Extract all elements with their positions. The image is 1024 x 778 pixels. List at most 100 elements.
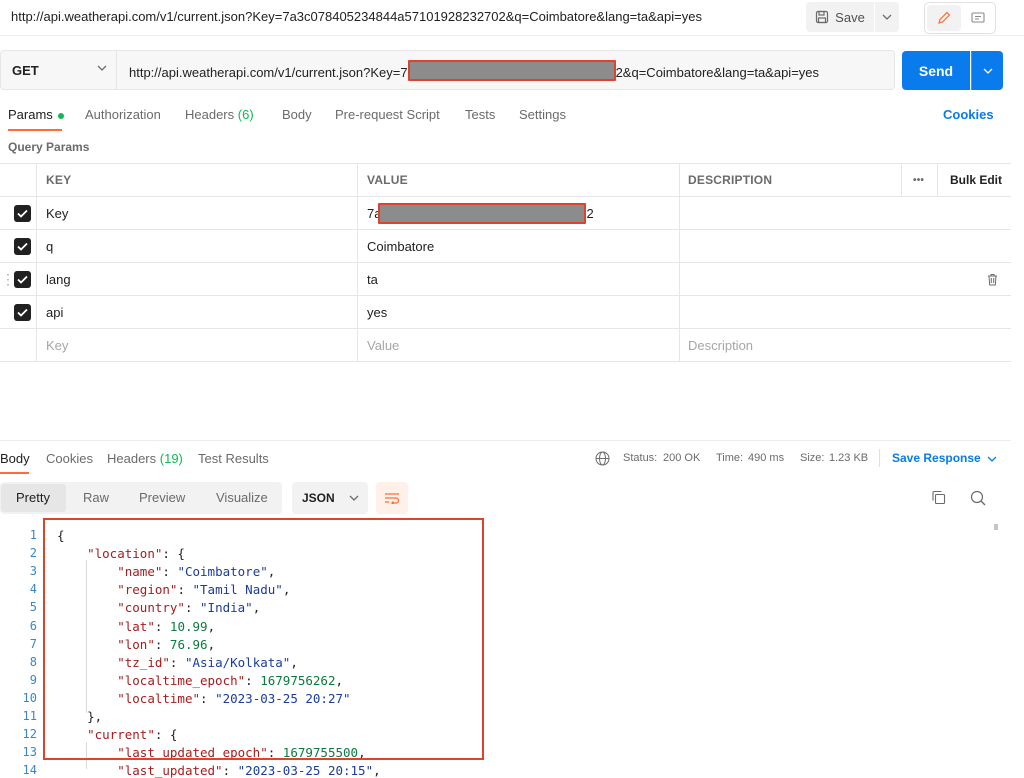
comment-icon (971, 11, 985, 23)
copy-icon[interactable] (931, 490, 946, 505)
param-key[interactable]: lang (46, 263, 71, 295)
search-icon[interactable] (970, 490, 986, 506)
save-icon (816, 10, 829, 24)
response-format-tabs: Pretty Raw Preview Visualize (0, 482, 282, 514)
divider (879, 449, 880, 467)
checkmark-icon (14, 270, 31, 288)
new-key-input[interactable]: Key (46, 329, 68, 361)
wrap-lines-button[interactable] (376, 482, 408, 514)
response-tab-headers[interactable]: Headers (19) (107, 451, 183, 466)
edit-mode-button[interactable] (927, 5, 961, 31)
line-number: 9 (29, 672, 37, 687)
wrap-icon (385, 493, 400, 504)
more-options-icon[interactable]: ••• (913, 164, 924, 196)
response-tab-body[interactable]: Body (0, 451, 30, 466)
tab-pre-request-script[interactable]: Pre-request Script (335, 107, 440, 122)
param-key[interactable]: q (46, 230, 53, 262)
line-number: 8 (29, 654, 37, 669)
query-params-table: KEY VALUE DESCRIPTION ••• Bulk Edit Key … (0, 163, 1011, 362)
column-header-value: VALUE (367, 173, 408, 187)
chevron-down-icon (987, 456, 997, 462)
tab-authorization[interactable]: Authorization (85, 107, 161, 122)
line-number: 13 (22, 745, 37, 760)
tab-tests[interactable]: Tests (465, 107, 495, 122)
table-header-row: KEY VALUE DESCRIPTION ••• Bulk Edit (0, 164, 1011, 197)
line-number: 3 (29, 564, 37, 579)
globe-icon[interactable] (595, 451, 610, 466)
response-divider[interactable] (0, 440, 1011, 441)
time-label: Time: (716, 452, 744, 464)
row-checkbox[interactable] (14, 296, 31, 328)
param-value[interactable]: 7a 2 (367, 197, 594, 229)
active-tab-indicator (0, 472, 29, 474)
redacted-api-key (407, 60, 616, 81)
documentation-mode-button[interactable] (963, 5, 993, 31)
column-divider (901, 163, 902, 196)
column-divider (937, 163, 938, 196)
save-dropdown-button[interactable] (875, 2, 899, 32)
cookies-link[interactable]: Cookies (943, 107, 994, 122)
tab-params[interactable]: Params (8, 107, 65, 122)
tab-headers[interactable]: Headers (6) (185, 107, 254, 122)
request-title[interactable]: http://api.weatherapi.com/v1/current.jso… (11, 9, 702, 24)
param-value[interactable]: Coimbatore (367, 230, 434, 262)
format-raw[interactable]: Raw (83, 490, 109, 505)
status-value[interactable]: 200 OK (663, 452, 700, 464)
column-divider (357, 163, 358, 362)
table-row: ⋮⋮ lang ta (0, 263, 1011, 296)
send-button[interactable]: Send (902, 51, 970, 90)
request-url-bar: GET http://api.weatherapi.com/v1/current… (0, 50, 895, 90)
chevron-down-icon (97, 65, 107, 71)
active-tab-indicator (8, 129, 62, 131)
chevron-down-icon (983, 68, 992, 74)
response-tab-test-results[interactable]: Test Results (198, 451, 269, 466)
param-key[interactable]: api (46, 296, 63, 328)
tab-settings[interactable]: Settings (519, 107, 566, 122)
line-number: 10 (22, 690, 37, 705)
request-title-bar: http://api.weatherapi.com/v1/current.jso… (0, 0, 1024, 36)
params-active-dot (58, 112, 65, 119)
row-checkbox[interactable] (14, 263, 31, 295)
checkmark-icon (14, 303, 31, 321)
save-button[interactable]: Save (806, 2, 874, 32)
param-key[interactable]: Key (46, 197, 68, 229)
language-value: JSON (302, 491, 335, 505)
table-row: Key 7a 2 (0, 197, 1011, 230)
url-prefix: http://api.weatherapi.com/v1/current.jso… (129, 64, 408, 80)
language-select[interactable]: JSON (292, 482, 368, 514)
row-checkbox[interactable] (14, 197, 31, 229)
trash-icon[interactable] (987, 263, 998, 295)
format-pretty[interactable]: Pretty (16, 490, 50, 505)
row-checkbox[interactable] (14, 230, 31, 262)
bulk-edit-button[interactable]: Bulk Edit (950, 164, 1002, 196)
chevron-down-icon (349, 495, 359, 501)
url-input[interactable]: http://api.weatherapi.com/v1/current.jso… (129, 60, 820, 81)
size-value[interactable]: 1.23 KB (829, 452, 868, 464)
param-value[interactable]: yes (367, 296, 387, 328)
column-header-description: DESCRIPTION (688, 173, 773, 187)
code-line[interactable]: "last_updated": "2023-03-25 20:15", (57, 763, 380, 778)
line-number: 11 (22, 709, 37, 723)
checkmark-icon (14, 204, 31, 222)
format-visualize[interactable]: Visualize (216, 490, 268, 505)
format-preview[interactable]: Preview (139, 490, 185, 505)
save-response-button[interactable]: Save Response (892, 451, 997, 465)
param-value[interactable]: ta (367, 263, 378, 295)
new-description-input[interactable]: Description (688, 329, 753, 361)
tab-body[interactable]: Body (282, 107, 312, 122)
query-params-title: Query Params (8, 140, 90, 154)
url-suffix: 2&q=Coimbatore&lang=ta&api=yes (615, 64, 820, 80)
response-tab-cookies[interactable]: Cookies (46, 451, 93, 466)
method-select[interactable]: GET (1, 51, 117, 89)
table-row: q Coimbatore (0, 230, 1011, 263)
send-dropdown-button[interactable] (971, 51, 1003, 90)
column-divider (679, 163, 680, 362)
chevron-down-icon (882, 14, 892, 20)
status-label: Status: (623, 452, 658, 464)
line-number: 1 (29, 528, 37, 542)
redacted-api-key (378, 202, 587, 224)
highlight-box (43, 518, 484, 760)
scrollbar[interactable] (994, 524, 998, 530)
time-value[interactable]: 490 ms (748, 452, 784, 464)
new-value-input[interactable]: Value (367, 329, 399, 361)
